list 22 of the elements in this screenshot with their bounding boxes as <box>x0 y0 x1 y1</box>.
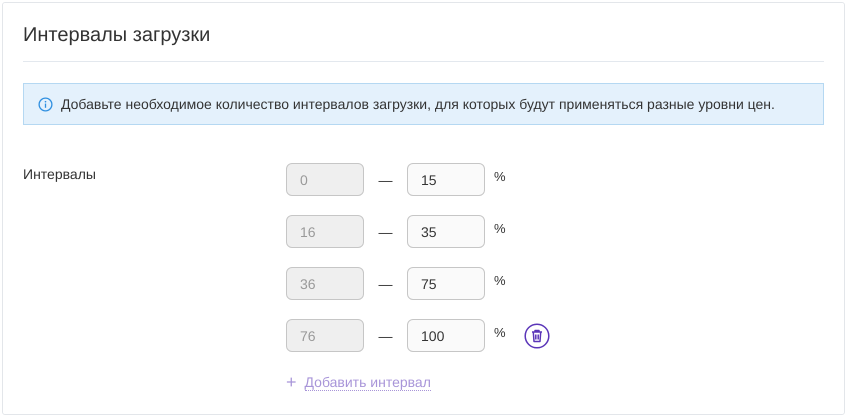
percent-unit: % <box>494 325 506 340</box>
range-start-field: 0 <box>286 163 364 196</box>
info-text: Добавьте необходимое количество интервалов загрузки, для которых будут применяться разные уровни цен. <box>61 96 775 112</box>
percent-unit: % <box>494 169 506 184</box>
range-start-field: 16 <box>286 215 364 248</box>
range-start-field: 36 <box>286 267 364 300</box>
info-icon <box>38 96 53 112</box>
range-end-field[interactable]: 100 <box>407 319 485 352</box>
percent-unit: % <box>494 221 506 236</box>
percent-unit: % <box>494 273 506 288</box>
range-dash: — <box>378 172 394 188</box>
field-label: Интервалы <box>23 165 97 184</box>
range-dash: — <box>378 276 394 292</box>
delete-button[interactable] <box>524 322 550 348</box>
range-end-field[interactable]: 15 <box>407 163 485 196</box>
section-title: Интервалы загрузки <box>23 23 212 48</box>
range-dash: — <box>378 224 394 240</box>
range-dash: — <box>378 328 394 344</box>
range-end-field[interactable]: 35 <box>407 215 485 248</box>
range-end-field[interactable]: 75 <box>407 267 485 300</box>
trash-icon <box>524 322 550 348</box>
range-start-field: 76 <box>286 319 364 352</box>
